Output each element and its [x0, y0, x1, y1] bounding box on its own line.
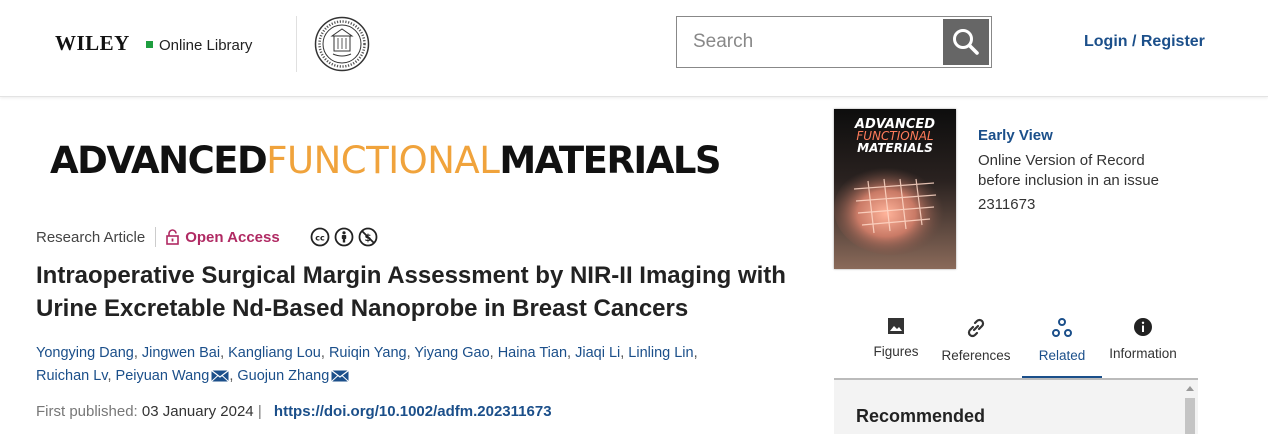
recommended-scrollbar[interactable] [1182, 380, 1198, 434]
journal-name-part2: FUNCTIONAL [266, 139, 500, 182]
tab-information-label: Information [1109, 346, 1177, 361]
cover-title-3: MATERIALS [857, 141, 933, 155]
open-access-label: Open Access [185, 228, 280, 246]
info-icon [1134, 318, 1152, 336]
author-link[interactable]: Yiyang Gao [414, 345, 489, 361]
author-link[interactable]: Ruichan Lv [36, 368, 107, 384]
unlock-icon [166, 229, 180, 245]
author-link[interactable]: Jingwen Bai [142, 345, 220, 361]
email-icon[interactable] [211, 370, 230, 383]
search-button[interactable] [943, 19, 989, 65]
early-view-link[interactable]: Early View [978, 127, 1053, 144]
article-tools-tabs: Figures References Related Information [862, 316, 1184, 379]
tab-references-label: References [941, 348, 1011, 363]
author-link[interactable]: Peiyuan Wang [116, 368, 210, 384]
tab-related-label: Related [1038, 348, 1086, 363]
author-list: Yongying Dang, Jingwen Bai, Kangliang Lo… [36, 345, 698, 384]
wiley-logo[interactable]: WILEY [55, 31, 130, 56]
wiley-logo-subtitle[interactable]: Online Library [159, 37, 252, 54]
scroll-up-icon[interactable] [1186, 386, 1194, 391]
pub-separator: | [257, 403, 262, 420]
early-view-description: Online Version of Record before inclusio… [978, 152, 1159, 189]
first-published-label: First published: [36, 403, 138, 420]
open-access-badge[interactable]: Open Access [166, 229, 280, 246]
journal-name-part3: MATERIALS [499, 139, 721, 182]
site-header: WILEY Online Library Login / Register [0, 0, 1268, 97]
author-link[interactable]: Yongying Dang [36, 345, 134, 361]
login-register-link[interactable]: Login / Register [1084, 33, 1205, 51]
creative-commons-icon: cc [310, 227, 330, 247]
license-icons[interactable]: cc $ [310, 227, 378, 247]
attribution-icon [334, 227, 354, 247]
publication-info: First published: 03 January 2024 | https… [36, 403, 552, 420]
author-link[interactable]: Jiaqi Li [575, 345, 620, 361]
tab-related[interactable]: Related [1022, 316, 1102, 379]
tab-information[interactable]: Information [1102, 316, 1184, 379]
meta-divider [155, 227, 157, 247]
tab-figures[interactable]: Figures [862, 316, 930, 379]
article-type: Research Article [36, 228, 146, 246]
author-link[interactable]: Haina Tian [498, 345, 567, 361]
recommended-heading: Recommended [856, 406, 986, 426]
link-icon [967, 318, 985, 338]
journal-name-part1: ADVANCED [50, 139, 268, 182]
svg-text:cc: cc [315, 234, 325, 243]
author-link[interactable]: Kangliang Lou [228, 345, 321, 361]
author-link[interactable]: Linling Lin [628, 345, 693, 361]
scroll-thumb[interactable] [1185, 398, 1195, 434]
related-icon [1052, 318, 1072, 337]
author-link[interactable]: Ruiqin Yang [329, 345, 407, 361]
journal-cover-image[interactable]: ADVANCED FUNCTIONAL MATERIALS [834, 109, 956, 269]
article-number: 2311673 [978, 196, 1036, 213]
search-box [676, 16, 992, 68]
search-input[interactable] [677, 17, 943, 67]
doi-link[interactable]: https://doi.org/10.1002/adfm.202311673 [274, 403, 552, 420]
wiley-logo-dot [146, 41, 153, 48]
article-meta-row: Research Article Open Access cc $ [36, 227, 378, 247]
tab-references[interactable]: References [930, 316, 1022, 379]
noncommercial-icon: $ [358, 227, 378, 247]
tab-figures-label: Figures [873, 344, 919, 359]
email-icon[interactable] [331, 370, 350, 383]
search-icon [953, 29, 979, 55]
header-divider [296, 16, 297, 72]
author-link[interactable]: Guojun Zhang [237, 368, 329, 384]
recommended-panel: Recommended [834, 380, 1198, 434]
image-icon [888, 318, 904, 334]
institution-seal-icon[interactable] [314, 16, 370, 72]
journal-banner[interactable]: ADVANCEDFUNCTIONALMATERIALS [50, 139, 722, 182]
article-title: Intraoperative Surgical Margin Assessmen… [36, 262, 786, 322]
first-published-date: 03 January 2024 [141, 403, 254, 420]
